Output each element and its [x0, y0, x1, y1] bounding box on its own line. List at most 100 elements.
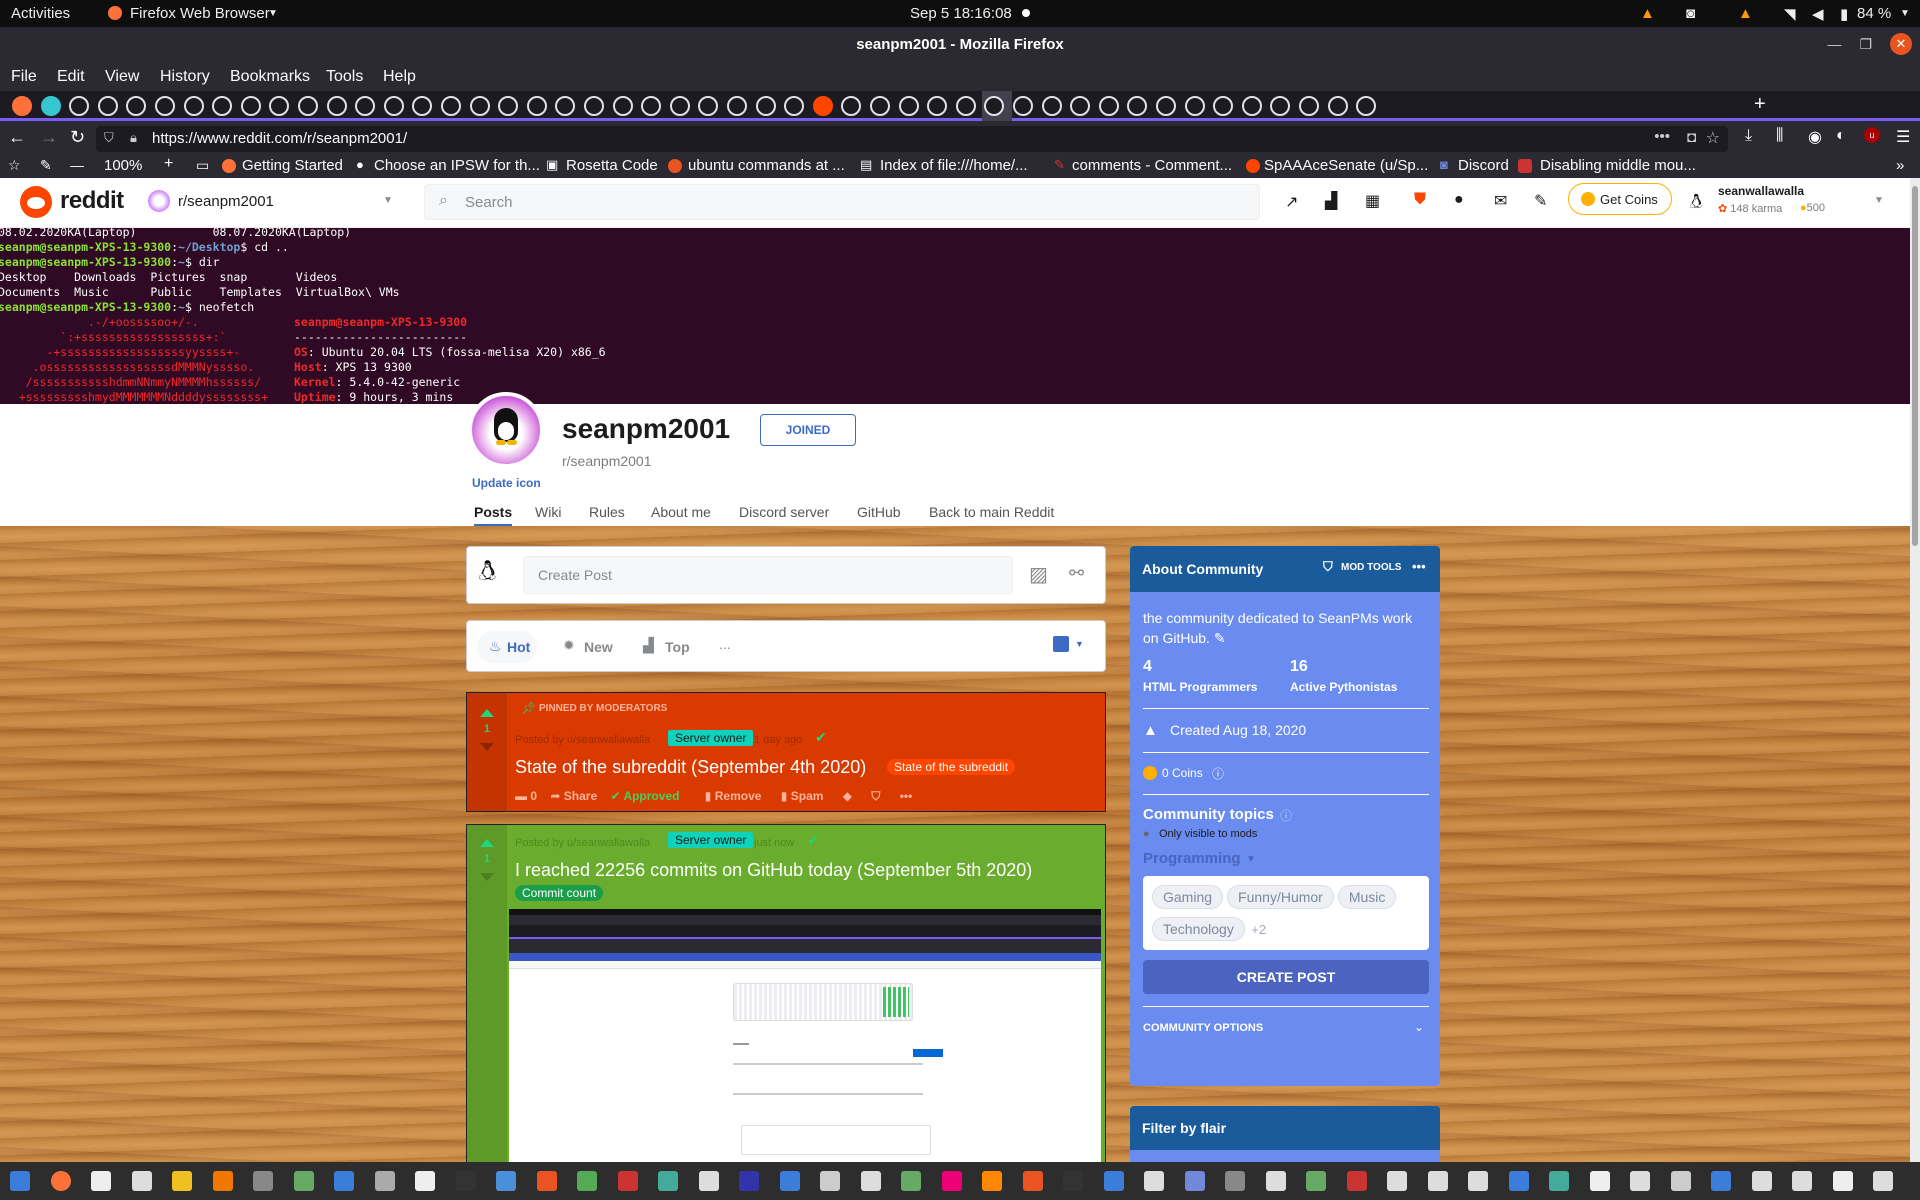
menu-file[interactable]: File	[11, 68, 37, 86]
bookmark-index[interactable]: Index of file:///home/...	[880, 157, 1028, 174]
dock-app-icon[interactable]	[212, 1171, 233, 1191]
page-actions-icon[interactable]: •••	[1654, 128, 1670, 145]
tab-posts[interactable]: Posts	[474, 504, 513, 527]
spam-button[interactable]: Spam	[791, 789, 824, 803]
github-tab-icon[interactable]	[240, 96, 261, 116]
topic-tag[interactable]: Funny/Humor	[1227, 885, 1334, 909]
chat-icon[interactable]: ●	[1454, 191, 1464, 209]
dock-app-icon[interactable]	[334, 1171, 354, 1191]
lock-icon[interactable]: 🔒︎	[130, 130, 137, 146]
sort-hot-button[interactable]: ♨ Hot	[477, 631, 537, 663]
scrollbar-thumb[interactable]	[1912, 186, 1918, 546]
dock-app-icon[interactable]	[901, 1171, 921, 1191]
github-tab-icon[interactable]	[641, 96, 662, 116]
dock-app-icon[interactable]	[1751, 1171, 1772, 1191]
more-options-icon[interactable]: •••	[900, 789, 913, 803]
activities-button[interactable]: Activities	[11, 5, 70, 22]
reddit-tab-icon[interactable]	[812, 96, 833, 116]
github-tab-icon[interactable]	[1327, 96, 1348, 116]
github-tab-icon[interactable]	[555, 96, 576, 116]
github-tab-icon[interactable]	[441, 96, 461, 116]
pencil-icon[interactable]: ✎	[1214, 630, 1226, 646]
github-tab-icon[interactable]	[1070, 96, 1091, 116]
primary-topic-select[interactable]: Programming	[1143, 850, 1241, 867]
github-tab-icon[interactable]	[155, 96, 175, 116]
github-tab-icon[interactable]	[1299, 96, 1319, 116]
close-icon[interactable]: ✕	[1890, 33, 1912, 55]
bookmark-star-icon[interactable]: ☆	[1706, 128, 1720, 148]
github-tab-icon[interactable]	[669, 96, 690, 116]
update-icon-link[interactable]: Update icon	[472, 476, 541, 490]
menu-view[interactable]: View	[105, 68, 139, 86]
tab-back-to-main[interactable]: Back to main Reddit	[929, 504, 1054, 520]
github-tab-icon[interactable]	[1356, 96, 1377, 116]
github-tab-icon[interactable]	[612, 96, 633, 116]
post-title[interactable]: I reached 22256 commits on GitHub today …	[515, 860, 1032, 881]
layout-card-icon[interactable]	[1053, 636, 1069, 652]
user-menu[interactable]: 🐧︎ seanwallawalla ✿ 148 karma ●500 ▼	[1686, 180, 1886, 224]
dock-app-icon[interactable]	[1265, 1171, 1286, 1191]
library-icon[interactable]: ⫼	[1776, 127, 1783, 145]
stats-icon[interactable]: ▟	[1325, 191, 1337, 211]
wifi-icon[interactable]: ◥	[1784, 5, 1796, 23]
reddit-logo-icon[interactable]	[20, 186, 52, 218]
dock-app-icon[interactable]	[820, 1171, 840, 1191]
reddit-wordmark[interactable]: reddit	[60, 187, 124, 215]
topic-tag[interactable]: Technology	[1152, 917, 1245, 941]
shield-icon[interactable]: ⛉	[104, 130, 114, 146]
dock-app-icon[interactable]	[1549, 1171, 1569, 1191]
discord-tray-icon[interactable]: ◙	[1686, 5, 1695, 22]
post-card[interactable]: 1 Posted by u/seanwallawalla Server owne…	[466, 824, 1106, 1162]
dock-app-icon[interactable]	[1144, 1171, 1164, 1191]
dock-app-icon[interactable]	[658, 1171, 678, 1191]
pocket-icon[interactable]: ◘	[1687, 129, 1696, 146]
sort-new-button[interactable]: New	[584, 639, 613, 655]
dock-app-icon[interactable]	[1832, 1171, 1853, 1191]
battery-icon[interactable]: ▮	[1840, 5, 1848, 23]
bookmark-disabling[interactable]: Disabling middle mou...	[1540, 157, 1696, 174]
github-tab-icon[interactable]	[1041, 96, 1062, 116]
app-menu[interactable]: Firefox Web Browser	[130, 5, 270, 22]
post-flair[interactable]: State of the subreddit	[887, 759, 1016, 775]
url-text[interactable]: https://www.reddit.com/r/seanpm2001/	[152, 130, 407, 147]
vlc-tray-icon-2[interactable]: ▲	[1738, 5, 1753, 22]
dock-app-icon[interactable]	[1103, 1171, 1124, 1191]
joined-button[interactable]: JOINED	[760, 414, 856, 446]
github-tab-icon[interactable]	[269, 96, 290, 116]
github-tab-icon[interactable]	[412, 96, 433, 116]
account-icon[interactable]: ◉	[1808, 127, 1822, 147]
comment-icon[interactable]: ▬	[515, 789, 527, 803]
tag-icon[interactable]: ◆	[843, 789, 852, 803]
remove-button[interactable]: Remove	[715, 789, 762, 803]
github-tab-icon[interactable]	[298, 96, 318, 116]
dock-app-icon[interactable]	[253, 1171, 273, 1191]
community-switcher[interactable]: r/seanpm2001 ▼	[145, 184, 405, 220]
chevron-down-icon[interactable]: ⌄	[1414, 1020, 1424, 1034]
github-tab-icon[interactable]	[784, 96, 805, 116]
create-post-button[interactable]: CREATE POST	[1143, 960, 1429, 994]
mod-shield-icon[interactable]: ⛉	[871, 789, 880, 803]
search-input[interactable]: Search	[465, 194, 513, 211]
shield-mod-icon[interactable]: ⛊	[1414, 191, 1426, 209]
github-tab-icon[interactable]	[383, 96, 404, 116]
dock-app-icon[interactable]	[1346, 1171, 1367, 1191]
github-tab-icon[interactable]	[1156, 96, 1176, 116]
dock-app-icon[interactable]	[293, 1171, 314, 1191]
vlc-tray-icon[interactable]: ▲	[1640, 5, 1655, 22]
downvote-icon[interactable]	[480, 873, 494, 881]
downloads-icon[interactable]: ⤓	[1745, 127, 1752, 145]
sort-top-button[interactable]: Top	[665, 639, 690, 655]
image-upload-icon[interactable]: ▨	[1029, 562, 1048, 587]
system-menu-chevron-icon[interactable]: ▼	[1900, 8, 1910, 19]
post-card[interactable]: 1 📌︎ PINNED BY MODERATORS Posted by u/se…	[466, 692, 1106, 812]
volume-icon[interactable]: ◀	[1812, 5, 1824, 23]
dock-app-icon[interactable]	[1630, 1171, 1650, 1191]
github-tab-icon[interactable]	[1098, 96, 1119, 116]
url-bar[interactable]: ⛉ 🔒︎ https://www.reddit.com/r/seanpm2001…	[96, 126, 1728, 152]
dock-app-icon[interactable]	[496, 1171, 516, 1191]
post-title[interactable]: State of the subreddit (September 4th 20…	[515, 757, 866, 778]
extension-icon[interactable]: ◐	[1836, 127, 1846, 145]
github-tab-icon[interactable]	[355, 96, 376, 116]
more-options-icon[interactable]: •••	[1412, 559, 1426, 574]
dock-app-icon[interactable]	[50, 1171, 71, 1191]
